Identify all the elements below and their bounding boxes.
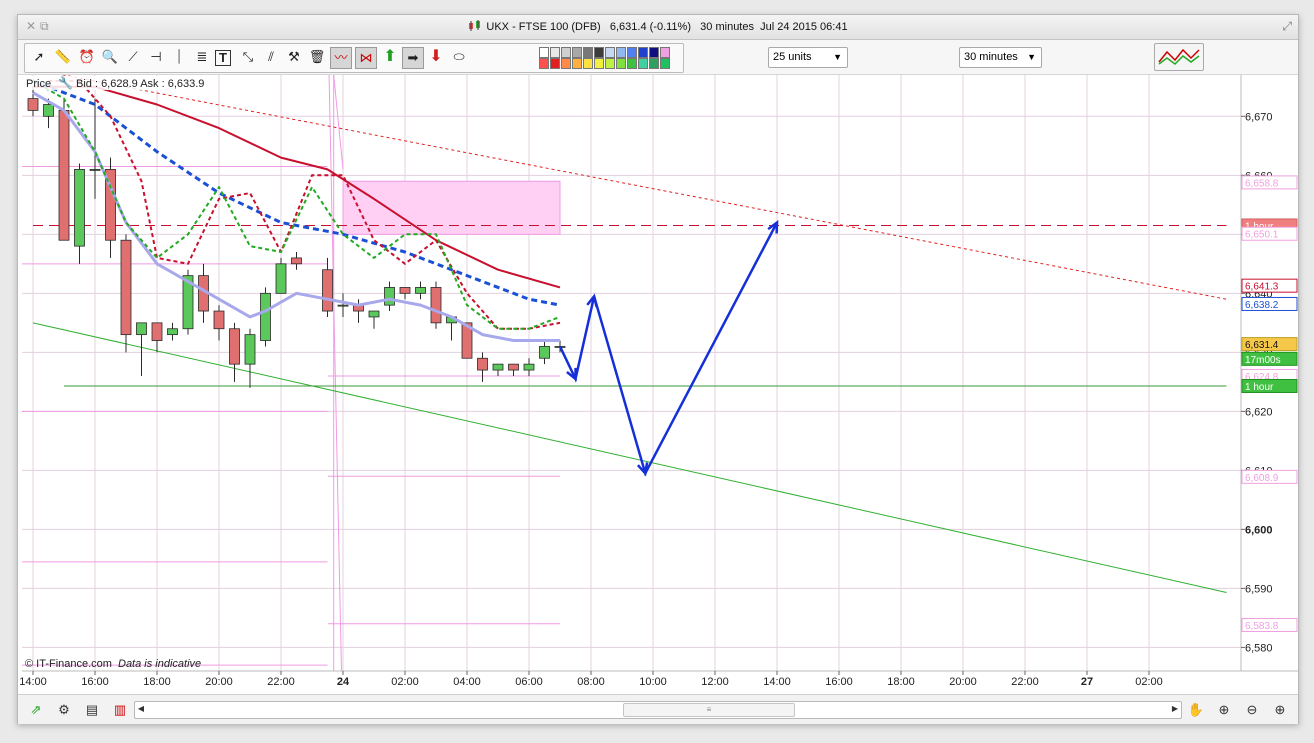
candle-body (523, 363, 535, 371)
value-badge-label: 17m00s (1245, 355, 1281, 366)
x-tick-label: 16:00 (81, 676, 109, 688)
candle-body (89, 169, 101, 171)
candle-body (322, 269, 333, 312)
x-tick-label: 18:00 (143, 676, 171, 688)
candle-body (384, 287, 395, 306)
candle-body (244, 334, 256, 365)
candle-body (58, 110, 70, 241)
candle-body (229, 328, 240, 365)
x-tick-label: 24 (337, 676, 350, 688)
studies-icon[interactable]: ▥ (110, 700, 130, 720)
candle-body (492, 363, 504, 371)
chevron-right-icon[interactable]: ▶ (1169, 702, 1181, 716)
scroll-thumb[interactable]: ≡ (623, 703, 795, 717)
drag-icon[interactable]: ✋ (1186, 700, 1206, 720)
candle-body (539, 346, 550, 359)
compare-icon[interactable]: ⇗ (26, 700, 46, 720)
chevron-left-icon[interactable]: ◀ (135, 702, 147, 716)
wrench-icon: 🔧 (58, 75, 73, 90)
x-tick-label: 12:00 (701, 676, 729, 688)
candle-body (399, 287, 411, 294)
chart-window: ✕ ⧉ UKX - FTSE 100 (DFB) 6,631.4 (-0.11%… (17, 14, 1299, 724)
zoom-fit-icon[interactable]: ⊕ (1214, 700, 1234, 720)
value-badge-label: 6,650.1 (1245, 230, 1279, 241)
candle-body (167, 328, 178, 336)
bid-ask-label: Bid : 6,628.9 Ask : 6,633.9 (76, 78, 204, 90)
candle-body (213, 310, 225, 330)
disclaimer-label: Data is indicative (118, 658, 201, 670)
candle-body (368, 310, 380, 318)
value-badge-label: 6,631.4 (1245, 340, 1279, 351)
time-scrollbar[interactable]: ◀ ≡ ▶ (134, 701, 1182, 719)
copyright-label: © IT-Finance.com (25, 658, 112, 670)
x-tick-label: 20:00 (205, 676, 233, 688)
x-tick-label: 04:00 (453, 676, 481, 688)
value-badge-label: 6,641.3 (1245, 282, 1279, 293)
y-tick-label: 6,620 (1245, 406, 1273, 418)
x-tick-label: 22:00 (1011, 676, 1039, 688)
candle-body (136, 322, 147, 336)
y-tick-label: 6,600 (1245, 524, 1273, 536)
x-tick-label: 02:00 (1135, 676, 1163, 688)
x-tick-label: 16:00 (825, 676, 853, 688)
value-badge-label: 1 hour (1245, 382, 1274, 393)
x-tick-label: 14:00 (19, 676, 47, 688)
value-badge-label: 6,608.9 (1245, 473, 1279, 484)
x-tick-label: 10:00 (639, 676, 667, 688)
notes-icon[interactable]: ▤ (82, 700, 102, 720)
candle-body (477, 357, 488, 371)
candle-body (74, 169, 85, 247)
x-tick-label: 18:00 (887, 676, 915, 688)
pivot-zone (342, 180, 561, 235)
candle-body (337, 304, 349, 307)
x-tick-label: 27 (1081, 676, 1093, 688)
value-badge-label: 6,658.8 (1245, 178, 1279, 189)
candle-body (415, 287, 426, 294)
candle-body (275, 263, 287, 294)
value-badge-label: 6,583.8 (1245, 621, 1279, 632)
x-tick-label: 02:00 (391, 676, 419, 688)
candle-body (120, 239, 132, 336)
y-tick-label: 6,580 (1245, 642, 1273, 654)
candle-body (43, 104, 54, 117)
bottom-bar: ⇗ ⚙ ▤ ▥ ◀ ≡ ▶ ✋ ⊕ ⊖ ⊕ (18, 694, 1298, 724)
candle-body (508, 363, 519, 371)
candle-body (291, 257, 302, 265)
zoom-out-icon[interactable]: ⊖ (1242, 700, 1262, 720)
value-badge-label: 6,638.2 (1245, 300, 1279, 311)
indicators-icon[interactable]: ⚙ (54, 700, 74, 720)
y-tick-label: 6,670 (1245, 111, 1273, 123)
x-tick-label: 08:00 (577, 676, 605, 688)
zoom-in-icon[interactable]: ⊕ (1270, 700, 1290, 720)
price-label: Price (26, 78, 51, 90)
price-chart[interactable]: 6,6706,6606,6506,6406,6306,6206,6106,600… (18, 15, 1298, 694)
candle-body (430, 287, 442, 324)
x-tick-label: 14:00 (763, 676, 791, 688)
candle-body (27, 98, 39, 111)
y-tick-label: 6,590 (1245, 583, 1273, 595)
plot-area (22, 75, 1241, 671)
x-tick-label: 22:00 (267, 676, 295, 688)
x-tick-label: 06:00 (515, 676, 543, 688)
candle-body (151, 322, 163, 341)
x-tick-label: 20:00 (949, 676, 977, 688)
candle-body (260, 292, 271, 341)
